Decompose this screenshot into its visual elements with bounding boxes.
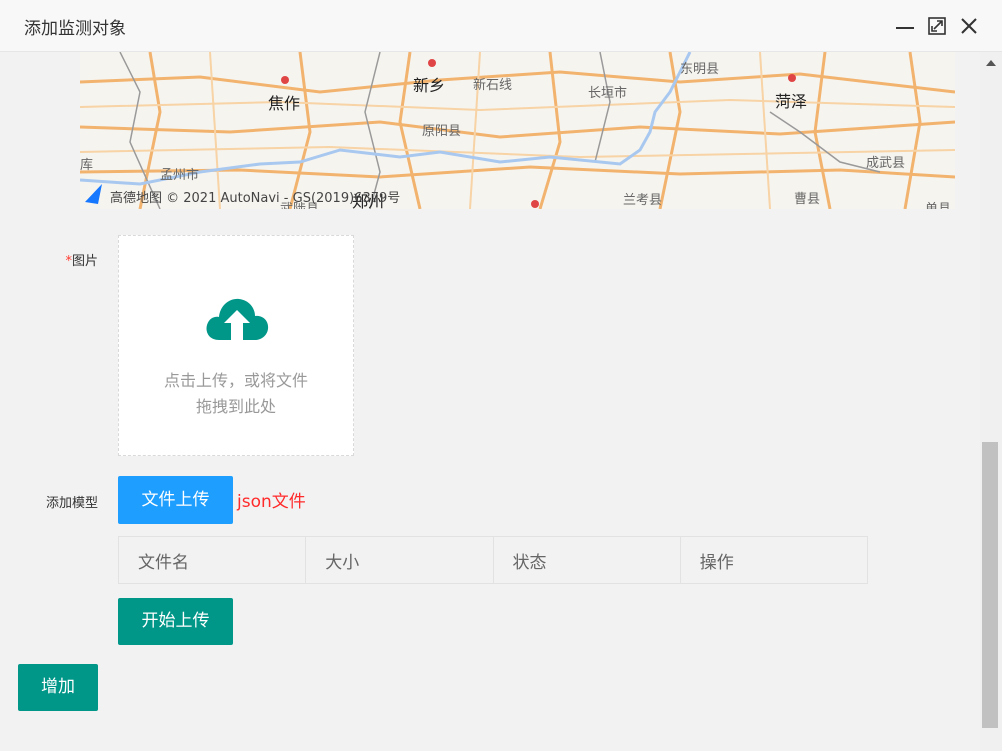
upload-hint-line1: 点击上传，或将文件	[163, 371, 308, 390]
model-label: 添加模型	[45, 496, 98, 511]
column-action: 操作	[679, 536, 869, 584]
image-label-text: 图片	[71, 254, 98, 269]
map-place: 成武县	[866, 156, 906, 171]
map-place: 焦作	[268, 94, 301, 113]
dialog-titlebar: 添加监测对象	[0, 0, 1002, 52]
image-upload-dropzone[interactable]: 点击上传，或将文件 拖拽到此处	[118, 235, 354, 456]
map-place: 曹县	[794, 192, 821, 207]
map-view[interactable]: 东明县 新乡 新石线 长垣市 菏泽 焦作 原阳县 成武县 库 孟州市 兰考县 曹…	[80, 52, 955, 209]
image-label: *图片	[18, 250, 98, 269]
column-filename: 文件名	[117, 536, 307, 584]
map-place: 新石线	[473, 78, 513, 93]
scrollbar-thumb[interactable]	[982, 442, 998, 728]
map-place: 东明县	[680, 62, 720, 77]
minimize-icon[interactable]	[893, 14, 917, 38]
map-place: 单县	[925, 198, 951, 209]
map-place: 原阳县	[422, 124, 462, 139]
column-status: 状态	[492, 536, 681, 584]
map-place: 库	[80, 158, 94, 173]
map-credit[interactable]: 高德地图 © 2021 AutoNavi - GS(2019)6379号	[110, 187, 400, 206]
map-roads	[80, 52, 955, 209]
column-size: 大小	[305, 536, 494, 584]
table-header-row: 文件名 大小 状态 操作	[117, 536, 869, 584]
start-upload-button[interactable]: 开始上传	[118, 598, 233, 645]
map-place: 新乡	[413, 76, 446, 95]
maximize-icon[interactable]	[925, 14, 949, 38]
close-icon[interactable]	[957, 14, 981, 38]
upload-hint-line2: 拖拽到此处	[195, 397, 276, 416]
vertical-scrollbar[interactable]	[980, 52, 1002, 751]
add-button[interactable]: 增加	[18, 664, 98, 711]
json-file-note: json文件	[237, 492, 306, 512]
map-place: 长垣市	[588, 86, 628, 101]
dialog-title: 添加监测对象	[24, 19, 126, 39]
scroll-up-arrow-icon[interactable]	[986, 60, 996, 66]
upload-hint: 点击上传，或将文件 拖拽到此处	[119, 368, 353, 420]
upload-file-table: 文件名 大小 状态 操作	[117, 536, 869, 584]
map-place: 兰考县	[623, 193, 663, 208]
map-place: 菏泽	[775, 92, 808, 111]
file-upload-button[interactable]: 文件上传	[118, 476, 233, 524]
map-place: 孟州市	[160, 168, 200, 183]
cloud-upload-icon	[205, 296, 269, 346]
dialog-content: 东明县 新乡 新石线 长垣市 菏泽 焦作 原阳县 成武县 库 孟州市 兰考县 曹…	[0, 52, 980, 751]
